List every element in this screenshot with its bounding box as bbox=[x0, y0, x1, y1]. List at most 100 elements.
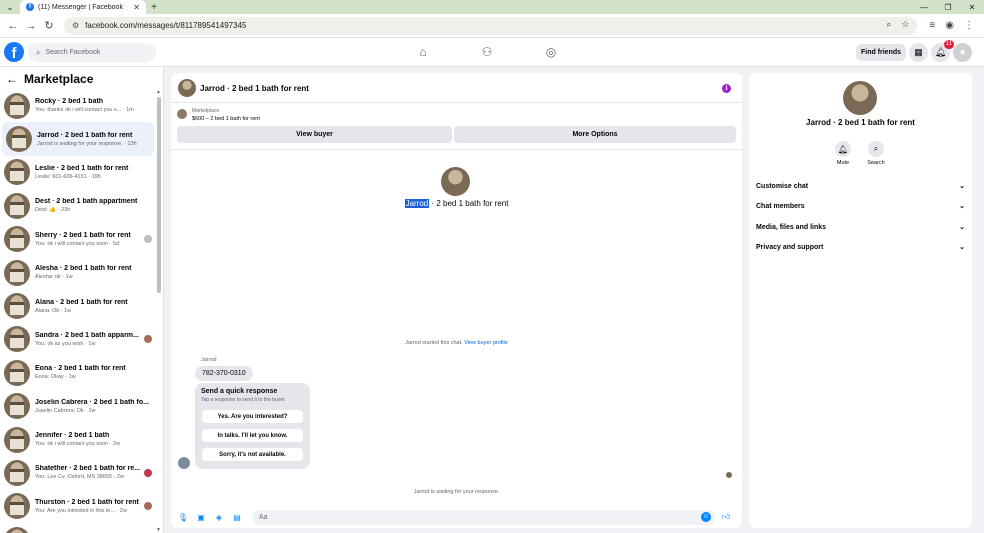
chat-list-item[interactable]: Alana · 2 bed 1 bath for rent Alana: Ok ·… bbox=[0, 289, 156, 322]
message-input[interactable]: Aa ☺ bbox=[252, 509, 715, 525]
url-field[interactable]: ⚙ facebook.com/messages/t/81178954149734… bbox=[64, 16, 918, 35]
reload-icon[interactable]: ↻ bbox=[40, 17, 58, 35]
chat-list-item[interactable]: Sherry · 2 bed 1 bath for rent You: ok i … bbox=[0, 223, 156, 256]
conversation-avatar[interactable] bbox=[178, 79, 196, 97]
forward-arrow-icon[interactable]: → bbox=[22, 17, 40, 35]
scroll-down-icon[interactable]: ▼ bbox=[156, 527, 161, 533]
row-label: Customise chat bbox=[756, 182, 809, 190]
notifications-bell-icon[interactable]: 🔔︎ 11 bbox=[931, 40, 954, 62]
thumbs-up-icon[interactable]: 👍︎ bbox=[719, 510, 733, 524]
photo-icon[interactable]: ▣ bbox=[194, 510, 208, 524]
marketplace-chat-sidebar: ← Marketplace Rocky · 2 bed 1 bath You: t… bbox=[0, 67, 164, 533]
chat-list-item[interactable]: Alesha · 2 bed 1 bath for rent Alesha: ok… bbox=[0, 256, 156, 289]
search-icon[interactable]: ⌕ bbox=[868, 141, 884, 157]
listing-price[interactable]: $600 – 2 bed 1 bath for rent bbox=[192, 116, 260, 122]
sidebar-scrollbar[interactable]: ▲ ▼ bbox=[156, 89, 161, 533]
chat-list-item[interactable]: Sandra · 2 bed 1 bath apparm... You: ok a… bbox=[0, 323, 156, 356]
menu-grid-icon[interactable]: ▦ bbox=[909, 43, 928, 62]
groups-icon[interactable]: ◎ bbox=[538, 42, 564, 62]
customise-chat-row[interactable]: Customise chat ⌄ bbox=[756, 179, 965, 193]
quick-reply-in-talks-button[interactable]: In talks. I'll let you know. bbox=[202, 429, 303, 442]
listing-thumbnail[interactable] bbox=[177, 109, 187, 119]
facebook-logo-icon[interactable]: f bbox=[4, 42, 24, 62]
row-label: Privacy and support bbox=[756, 243, 824, 251]
chevron-down-icon: ⌄ bbox=[959, 224, 965, 231]
browser-menu-icon[interactable]: ⋮ bbox=[964, 20, 974, 31]
notification-count-badge: 11 bbox=[943, 40, 954, 49]
sticker-icon[interactable]: ◈ bbox=[212, 510, 226, 524]
minimize-icon[interactable]: — bbox=[912, 0, 936, 14]
listing-avatar bbox=[4, 526, 30, 533]
friends-icon[interactable]: ⚇ bbox=[474, 42, 500, 62]
buyer-avatar bbox=[441, 167, 470, 196]
chat-text: Leslie · 2 bed 1 bath for rent Leslie: 60… bbox=[35, 165, 152, 180]
chat-list-item[interactable]: Rocky · 2 bed 1 bath You: thanks ok i wil… bbox=[0, 89, 156, 122]
bell-icon[interactable]: 🔔︎ bbox=[835, 141, 851, 157]
back-arrow-icon[interactable]: ← bbox=[6, 72, 18, 86]
search-placeholder: Search Facebook bbox=[45, 49, 101, 56]
scroll-up-icon[interactable]: ▲ bbox=[156, 89, 161, 95]
conversation-info-icon[interactable]: i bbox=[722, 84, 731, 93]
more-options-button[interactable]: More Options bbox=[454, 126, 736, 143]
listing-avatar bbox=[4, 159, 30, 186]
quick-response-title: Send a quick response bbox=[201, 388, 278, 395]
sidebar-header: ← Marketplace bbox=[6, 72, 93, 86]
seen-avatar bbox=[144, 502, 152, 511]
extensions-icon[interactable]: ◉ bbox=[945, 20, 954, 31]
close-window-icon[interactable]: ✕ bbox=[960, 0, 984, 14]
emoji-icon[interactable]: ☺ bbox=[701, 511, 711, 522]
chat-preview: Alesha: ok · 1w bbox=[35, 274, 73, 281]
microphone-icon[interactable]: 🎙︎ bbox=[176, 510, 190, 524]
chat-list-item[interactable]: Jarrod · 2 bed 1 bath for rent Jarrod is … bbox=[2, 122, 154, 156]
gif-icon[interactable]: ▤ bbox=[230, 510, 244, 524]
privacy-support-row[interactable]: Privacy and support ⌄ bbox=[756, 240, 965, 254]
chat-list-item[interactable]: Thurston · 2 bed 1 bath for rent You: Are… bbox=[0, 490, 156, 523]
chat-text: Alesha · 2 bed 1 bath for rent Alesha: ok… bbox=[35, 265, 152, 280]
restore-icon[interactable]: ❐ bbox=[936, 0, 960, 14]
home-icon[interactable]: ⌂ bbox=[410, 42, 436, 62]
chat-text: Jennifer · 2 bed 1 bath You: ok i will co… bbox=[35, 432, 152, 447]
browser-tab[interactable]: f (11) Messenger | Facebook ✕ bbox=[20, 0, 146, 14]
page-scrollbar[interactable] bbox=[978, 67, 984, 533]
chat-list-item[interactable]: Shatether · 2 bed 1 bath for re... You: L… bbox=[0, 456, 156, 489]
quick-reply-yes-button[interactable]: Yes. Are you interested? bbox=[202, 410, 303, 423]
chat-list-item[interactable]: Eona · 2 bed 1 bath for rent Eona: Okay ·… bbox=[0, 356, 156, 389]
site-info-icon[interactable]: ⚙ bbox=[72, 21, 79, 30]
profile-avatar[interactable]: ● bbox=[953, 43, 972, 62]
mute-action[interactable]: 🔔︎ Mute bbox=[828, 141, 858, 166]
bookmark-star-icon[interactable]: ☆ bbox=[901, 19, 909, 30]
chat-list-item[interactable]: Joselin Cabrera · 2 bed 1 bath fo... Jose… bbox=[0, 390, 156, 423]
chat-list: Rocky · 2 bed 1 bath You: thanks ok i wil… bbox=[0, 89, 156, 533]
chat-preview: You: ok i will contact you soon · 2w bbox=[35, 441, 121, 448]
chat-list-item[interactable]: Leslie · 2 bed 1 bath for rent Leslie: 60… bbox=[0, 156, 156, 189]
conversation-intro-title: Jarrod · 2 bed 1 bath for rent bbox=[171, 199, 742, 208]
sender-avatar[interactable] bbox=[178, 457, 190, 469]
zoom-icon[interactable]: ⌕ bbox=[886, 19, 891, 30]
back-arrow-icon[interactable]: ← bbox=[4, 17, 22, 35]
conversation-title[interactable]: Jarrod · 2 bed 1 bath for rent bbox=[200, 84, 309, 93]
tab-search-chevron-icon[interactable]: ⌄ bbox=[0, 0, 20, 14]
chat-list-item[interactable]: Jennifer · 2 bed 1 bath You: ok i will co… bbox=[0, 423, 156, 456]
new-tab-plus-icon[interactable]: + bbox=[146, 0, 162, 14]
scrollbar-thumb[interactable] bbox=[157, 97, 161, 293]
chat-list-item[interactable]: Katrisha · 2 bed 1 bath... bbox=[0, 523, 156, 533]
find-friends-button[interactable]: Find friends bbox=[856, 44, 906, 61]
view-buyer-profile-link[interactable]: View buyer profile bbox=[464, 340, 508, 346]
search-action[interactable]: ⌕ Search bbox=[861, 141, 891, 166]
close-tab-icon[interactable]: ✕ bbox=[133, 3, 140, 12]
buyer-name-highlighted: Jarrod bbox=[404, 199, 430, 208]
info-avatar[interactable] bbox=[843, 81, 877, 115]
media-files-links-row[interactable]: Media, files and links ⌄ bbox=[756, 220, 965, 234]
listing-avatar bbox=[4, 359, 30, 386]
media-controls-icon[interactable]: ≡ bbox=[929, 20, 935, 31]
chat-list-item[interactable]: Dest · 2 bed 1 bath appartment Dest: 👍 · … bbox=[0, 189, 156, 222]
quick-reply-not-available-button[interactable]: Sorry, it's not available. bbox=[202, 448, 303, 461]
listing-avatar bbox=[4, 459, 30, 486]
view-buyer-button[interactable]: View buyer bbox=[177, 126, 452, 143]
search-facebook-input[interactable]: ⌕ Search Facebook bbox=[28, 43, 156, 62]
chat-name: Sherry · 2 bed 1 bath for rent bbox=[35, 231, 131, 239]
chat-members-row[interactable]: Chat members ⌄ bbox=[756, 199, 965, 213]
chat-preview: Dest: 👍 · 23h bbox=[35, 207, 71, 214]
row-label: Chat members bbox=[756, 202, 805, 210]
message-bubble[interactable]: 782-370-0310 bbox=[195, 366, 253, 381]
